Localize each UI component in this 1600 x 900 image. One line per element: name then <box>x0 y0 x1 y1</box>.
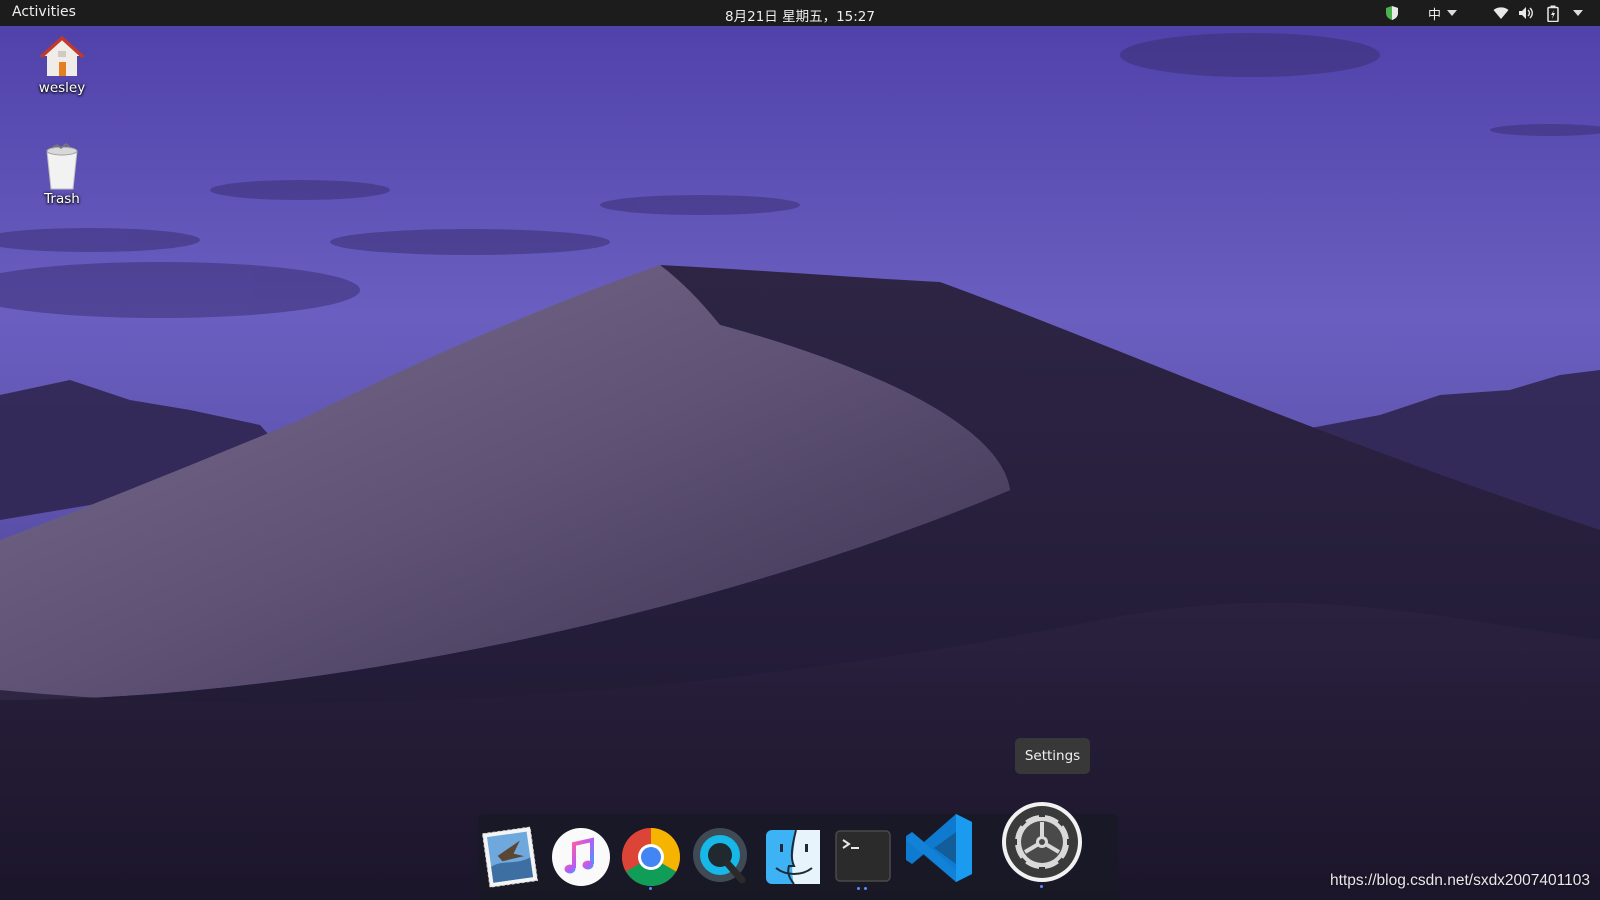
desktop-icon-label: Trash <box>44 191 80 207</box>
running-indicator <box>1040 885 1043 888</box>
desktop-wallpaper <box>0 0 1600 900</box>
home-folder-icon <box>39 36 85 76</box>
dock-tooltip: Settings <box>1015 738 1090 774</box>
dock-item-quicktime[interactable] <box>688 824 754 890</box>
desktop-icon-trash[interactable]: Trash <box>22 143 102 207</box>
input-method-label: 中 <box>1428 7 1442 23</box>
input-method-dropdown[interactable]: 中 <box>1428 4 1458 23</box>
trash-icon <box>46 143 78 190</box>
shield-icon[interactable] <box>1385 4 1399 22</box>
vscode-icon <box>906 814 972 882</box>
battery-icon[interactable] <box>1547 4 1559 22</box>
running-indicator <box>864 887 867 890</box>
mail-stamp-icon <box>481 826 539 888</box>
chevron-down-icon <box>1447 10 1458 16</box>
clock: 8月21日 星期五，15:27 <box>0 5 1600 25</box>
dock-item-finder[interactable] <box>760 824 826 890</box>
terminal-icon <box>835 830 891 882</box>
system-menu-button[interactable] <box>1573 4 1583 22</box>
clock-label[interactable]: 8月21日 星期五，15:27 <box>725 9 875 25</box>
desktop-icon-label: wesley <box>38 80 86 96</box>
watermark: https://blog.csdn.net/sxdx2007401103 <box>1330 872 1590 889</box>
dock-item-settings[interactable] <box>1000 800 1084 888</box>
finder-face-icon <box>766 829 820 885</box>
activities-button[interactable]: Activities <box>12 4 76 20</box>
wifi-icon[interactable] <box>1493 4 1509 22</box>
desktop-icon-home[interactable]: wesley <box>22 34 102 96</box>
dock-item-terminal[interactable] <box>830 824 896 890</box>
running-indicator <box>857 887 860 890</box>
dock <box>478 802 1118 900</box>
volume-icon[interactable] <box>1518 4 1534 22</box>
dock-item-vscode[interactable] <box>902 810 978 886</box>
top-bar: Activities 8月21日 星期五，15:27 中 <box>0 0 1600 26</box>
dock-item-music[interactable] <box>548 824 614 890</box>
music-note-icon <box>552 828 610 886</box>
quicktime-icon <box>693 828 747 884</box>
chrome-icon <box>622 828 680 886</box>
chevron-down-icon <box>1573 10 1583 16</box>
gear-icon <box>1002 802 1082 882</box>
dock-item-chrome[interactable] <box>618 824 684 890</box>
dock-item-mail[interactable] <box>478 824 544 890</box>
running-indicator <box>649 887 652 890</box>
